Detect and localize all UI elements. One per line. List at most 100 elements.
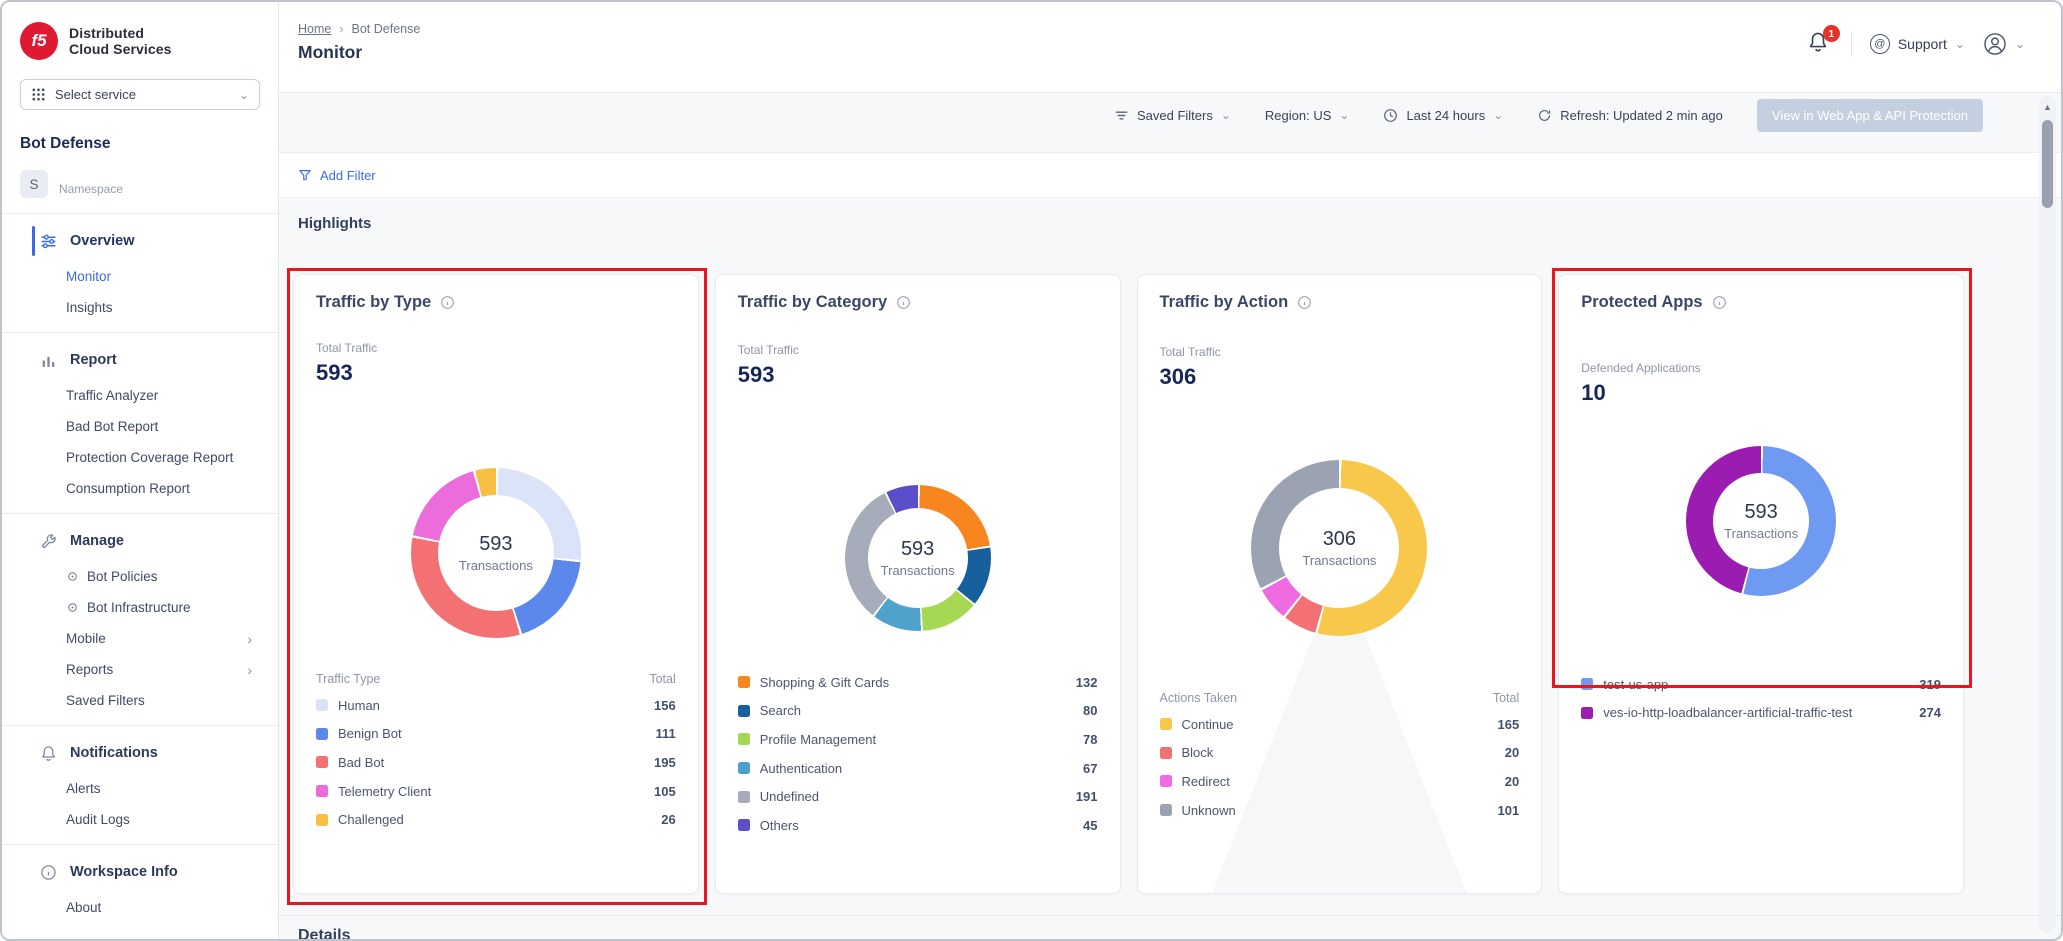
sidebar-item-alerts[interactable]: Alerts <box>2 773 278 804</box>
legend-value: 132 <box>1076 675 1098 690</box>
legend-item-telemetry-client[interactable]: Telemetry Client105 <box>316 777 676 806</box>
namespace-label: Namespace <box>59 182 123 198</box>
f5-logo-icon[interactable]: f5 <box>20 22 58 60</box>
donut-chart[interactable]: 593Transactions <box>1686 446 1836 596</box>
legend-item-block[interactable]: Block20 <box>1160 739 1520 768</box>
breadcrumb-separator: › <box>339 22 343 36</box>
legend-swatch <box>316 728 328 740</box>
legend-header: Actions TakenTotal <box>1160 685 1520 710</box>
info-icon[interactable] <box>896 295 911 310</box>
divider <box>279 915 2061 916</box>
sidebar-item-audit-logs[interactable]: Audit Logs <box>2 804 278 835</box>
legend-item-profile-management[interactable]: Profile Management78 <box>738 725 1098 754</box>
legend-item-challenged[interactable]: Challenged26 <box>316 805 676 834</box>
legend-swatch <box>738 676 750 688</box>
chevron-down-icon: ⌄ <box>1955 38 1965 50</box>
legend-item-ves-io-http-loadbalancer-artificial-traffic-test[interactable]: ves-io-http-loadbalancer-artificial-traf… <box>1581 699 1941 728</box>
sidebar-section-manage[interactable]: Manage <box>2 521 278 561</box>
donut-center-label: Transactions <box>1302 553 1376 568</box>
namespace-selector[interactable]: S Namespace <box>20 170 260 198</box>
sidebar-section-label: Workspace Info <box>70 864 178 880</box>
sidebar-section-workspace-info[interactable]: Workspace Info <box>2 852 278 892</box>
legend-item-redirect[interactable]: Redirect20 <box>1160 767 1520 796</box>
donut-chart[interactable]: 593Transactions <box>845 485 991 631</box>
donut-center-label: Transactions <box>1724 526 1798 541</box>
legend-value: 20 <box>1505 745 1519 760</box>
chevron-right-icon: › <box>247 662 252 678</box>
info-icon[interactable] <box>1712 295 1727 310</box>
legend: test-us-app319ves-io-http-loadbalancer-a… <box>1581 670 1941 727</box>
sidebar-section-notifications[interactable]: Notifications <box>2 733 278 773</box>
sidebar-item-protection-coverage-report[interactable]: Protection Coverage Report <box>2 442 278 473</box>
legend-item-authentication[interactable]: Authentication67 <box>738 754 1098 783</box>
clock-icon <box>1383 108 1398 123</box>
filters-toolbar: Saved Filters ⌄ Region: US ⌄ Last 24 hou… <box>279 93 1983 137</box>
legend-swatch <box>738 791 750 803</box>
notifications-bell-button[interactable]: 1 <box>1807 31 1833 57</box>
legend-value: 101 <box>1498 803 1520 818</box>
card-traffic-by-action: Traffic by ActionTotal Traffic306306Tran… <box>1137 274 1543 894</box>
legend-swatch <box>738 705 750 717</box>
sidebar-item-insights[interactable]: Insights <box>2 292 278 323</box>
legend-value: 319 <box>1919 677 1941 692</box>
legend-item-test-us-app[interactable]: test-us-app319 <box>1581 670 1941 699</box>
add-filter-button[interactable]: Add Filter <box>298 168 376 183</box>
header-actions: 1 @ Support ⌄ ⌄ <box>1807 28 2025 60</box>
legend-swatch <box>316 699 328 711</box>
chevron-down-icon: ⌄ <box>239 89 249 101</box>
donut-chart[interactable]: 306Transactions <box>1251 460 1427 636</box>
scrollbar-thumb[interactable] <box>2042 120 2053 208</box>
namespace-badge[interactable]: S <box>20 170 48 198</box>
scroll-up-arrow-icon[interactable]: ▲ <box>2039 102 2056 112</box>
select-service-label: Select service <box>55 87 230 102</box>
legend-item-benign-bot[interactable]: Benign Bot111 <box>316 720 676 749</box>
legend-item-undefined[interactable]: Undefined191 <box>738 782 1098 811</box>
sidebar-item-monitor[interactable]: Monitor <box>2 261 278 292</box>
legend-item-continue[interactable]: Continue165 <box>1160 710 1520 739</box>
sidebar-section-report[interactable]: Report <box>2 340 278 380</box>
support-menu-button[interactable]: @ Support ⌄ <box>1870 34 1965 54</box>
sidebar-item-bot-policies[interactable]: Bot Policies <box>2 561 278 592</box>
legend-item-human[interactable]: Human156 <box>316 691 676 720</box>
chevron-down-icon: ⌄ <box>1493 109 1503 121</box>
sidebar-section-overview[interactable]: Overview <box>2 221 278 261</box>
chevron-right-icon: › <box>247 631 252 647</box>
donut-chart[interactable]: 593Transactions <box>411 468 581 638</box>
view-in-waap-button[interactable]: View in Web App & API Protection <box>1757 99 1983 132</box>
legend-item-unknown[interactable]: Unknown101 <box>1160 796 1520 825</box>
sidebar-item-bad-bot-report[interactable]: Bad Bot Report <box>2 411 278 442</box>
product-title: Bot Defense <box>20 135 260 153</box>
legend-swatch <box>1160 804 1172 816</box>
sidebar-item-about[interactable]: About <box>2 892 278 923</box>
brand: f5 Distributed Cloud Services <box>2 2 278 60</box>
support-label: Support <box>1898 36 1947 52</box>
breadcrumb-home-link[interactable]: Home <box>298 22 331 36</box>
card-title: Traffic by Category <box>738 293 887 312</box>
info-icon[interactable] <box>440 295 455 310</box>
user-avatar-icon <box>1983 32 2007 56</box>
stat-label: Total Traffic <box>738 343 799 357</box>
legend-item-bad-bot[interactable]: Bad Bot195 <box>316 748 676 777</box>
info-icon[interactable] <box>1297 295 1312 310</box>
vertical-scrollbar[interactable]: ▲ <box>2039 96 2056 933</box>
select-service-dropdown[interactable]: Select service ⌄ <box>20 79 260 110</box>
sidebar-item-saved-filters[interactable]: Saved Filters <box>2 685 278 716</box>
saved-filters-dropdown[interactable]: Saved Filters ⌄ <box>1114 108 1231 123</box>
support-icon: @ <box>1870 34 1890 54</box>
legend-swatch <box>1160 775 1172 787</box>
time-range-dropdown[interactable]: Last 24 hours ⌄ <box>1383 108 1503 123</box>
region-dropdown[interactable]: Region: US ⌄ <box>1265 108 1350 123</box>
refresh-button[interactable]: Refresh: Updated 2 min ago <box>1537 108 1723 123</box>
card-traffic-by-type: Traffic by TypeTotal Traffic593593Transa… <box>293 274 699 894</box>
legend-value: 165 <box>1498 717 1520 732</box>
sidebar-item-traffic-analyzer[interactable]: Traffic Analyzer <box>2 380 278 411</box>
sidebar-item-mobile[interactable]: Mobile› <box>2 623 278 654</box>
legend-item-others[interactable]: Others45 <box>738 811 1098 840</box>
sidebar-item-bot-infrastructure[interactable]: Bot Infrastructure <box>2 592 278 623</box>
legend-item-search[interactable]: Search80 <box>738 697 1098 726</box>
legend-item-shopping-gift-cards[interactable]: Shopping & Gift Cards132 <box>738 668 1098 697</box>
stat-value: 306 <box>1160 364 1221 390</box>
sidebar-item-consumption-report[interactable]: Consumption Report <box>2 473 278 504</box>
user-menu-button[interactable]: ⌄ <box>1983 32 2025 56</box>
sidebar-item-reports[interactable]: Reports› <box>2 654 278 685</box>
